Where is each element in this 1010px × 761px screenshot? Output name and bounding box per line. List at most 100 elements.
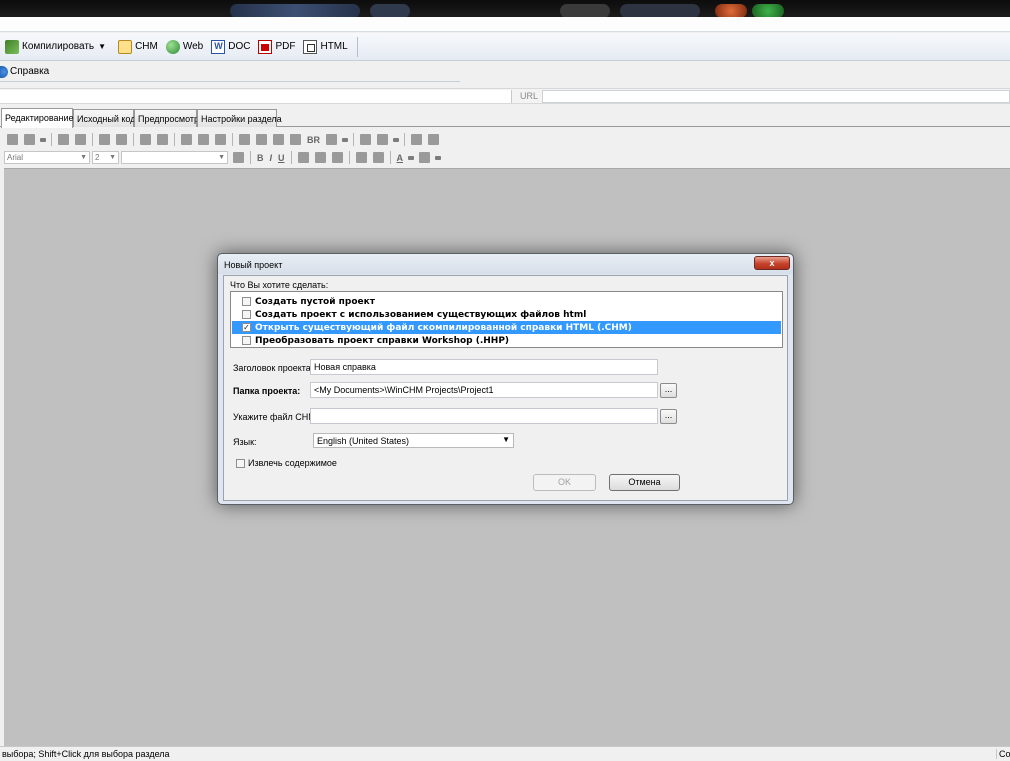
chm-button[interactable]: CHM bbox=[115, 36, 161, 58]
project-folder-label: Папка проекта: bbox=[233, 386, 301, 396]
underline-button[interactable]: U bbox=[278, 153, 285, 163]
toolbar-divider bbox=[92, 133, 93, 146]
taskbar-item[interactable] bbox=[620, 4, 700, 17]
chm-label: CHM bbox=[135, 41, 158, 52]
insert-row-icon[interactable] bbox=[377, 134, 388, 145]
url-input[interactable] bbox=[542, 90, 1010, 103]
format-toolbar: BR Arial ▼ 2 ▼ ▼ B I U A bbox=[0, 128, 1010, 168]
paste-icon[interactable] bbox=[215, 134, 226, 145]
browse-folder-button[interactable]: ... bbox=[660, 383, 677, 398]
checkbox[interactable] bbox=[242, 297, 251, 306]
edit-icon[interactable] bbox=[24, 134, 35, 145]
save-icon[interactable] bbox=[7, 134, 18, 145]
checkbox[interactable] bbox=[242, 310, 251, 319]
option-convert-hhp[interactable]: Преобразовать проект справки Workshop (.… bbox=[232, 334, 781, 347]
taskbar-item[interactable] bbox=[715, 4, 747, 17]
font-name-select[interactable]: Arial ▼ bbox=[4, 151, 90, 164]
topic-path-field[interactable] bbox=[0, 90, 512, 103]
align-right-icon[interactable] bbox=[331, 152, 343, 163]
cut-icon[interactable] bbox=[181, 134, 192, 145]
pdf-button[interactable]: PDF bbox=[255, 36, 298, 58]
symbol-icon[interactable] bbox=[326, 134, 337, 145]
compile-button[interactable]: Компилировать ▼ bbox=[2, 36, 113, 58]
toolbar-divider bbox=[353, 133, 354, 146]
bullet-list-icon[interactable] bbox=[372, 152, 384, 163]
toolbar-divider bbox=[356, 36, 358, 57]
font-color-button[interactable]: A bbox=[397, 153, 404, 163]
chevron-down-icon[interactable]: ▼ bbox=[98, 42, 106, 51]
taskbar-item[interactable] bbox=[560, 4, 610, 17]
list-icon[interactable] bbox=[290, 134, 301, 145]
option-open-chm[interactable]: ✓ Открыть существующий файл скомпилирова… bbox=[232, 321, 781, 334]
italic-button[interactable]: I bbox=[270, 153, 273, 163]
redo-icon[interactable] bbox=[157, 134, 168, 145]
language-select[interactable]: English (United States) ▼ bbox=[313, 433, 514, 448]
tab-edit[interactable]: Редактирование bbox=[1, 108, 74, 128]
chevron-down-icon[interactable] bbox=[435, 155, 442, 160]
grid-icon[interactable] bbox=[99, 134, 110, 145]
find-icon[interactable] bbox=[75, 134, 86, 145]
format-toolbar-row-1: BR bbox=[4, 131, 442, 148]
menu-bar: Справка bbox=[0, 62, 460, 82]
taskbar-item[interactable] bbox=[370, 4, 410, 17]
option-from-html-files[interactable]: Создать проект с использованием существу… bbox=[232, 308, 781, 321]
project-folder-input[interactable]: <My Documents>\WinCHM Projects\Project1 bbox=[310, 382, 658, 398]
toolbar-divider bbox=[133, 133, 134, 146]
clear-format-icon[interactable] bbox=[233, 152, 244, 163]
web-label: Web bbox=[182, 41, 204, 52]
chm-file-input[interactable] bbox=[310, 408, 658, 424]
copy-icon[interactable] bbox=[198, 134, 209, 145]
spellcheck-icon[interactable] bbox=[58, 134, 69, 145]
close-button[interactable]: x bbox=[754, 256, 790, 270]
extract-checkbox[interactable] bbox=[236, 458, 245, 468]
format-toolbar-row-2: Arial ▼ 2 ▼ ▼ B I U A bbox=[4, 149, 443, 166]
align-center-icon[interactable] bbox=[314, 152, 326, 163]
link-icon[interactable] bbox=[256, 134, 267, 145]
indent-icon[interactable] bbox=[428, 134, 439, 145]
checkbox[interactable]: ✓ bbox=[242, 323, 251, 332]
outdent-icon[interactable] bbox=[411, 134, 422, 145]
chevron-down-icon[interactable] bbox=[408, 155, 415, 160]
line-break-button[interactable]: BR bbox=[307, 135, 320, 145]
web-button[interactable]: Web bbox=[163, 36, 206, 58]
font-size-select[interactable]: 2 ▼ bbox=[92, 151, 119, 164]
chevron-down-icon[interactable] bbox=[40, 137, 46, 142]
chevron-down-icon[interactable] bbox=[393, 137, 399, 142]
numbered-list-icon[interactable] bbox=[355, 152, 367, 163]
chevron-down-icon[interactable] bbox=[342, 137, 348, 142]
bold-button[interactable]: B bbox=[257, 153, 264, 163]
extract-label: Извлечь содержимое bbox=[248, 458, 337, 468]
browse-chm-button[interactable]: ... bbox=[660, 409, 677, 424]
chevron-down-icon: ▼ bbox=[218, 154, 225, 161]
project-title-input[interactable]: Новая справка bbox=[310, 359, 658, 375]
doc-button[interactable]: DOC bbox=[208, 36, 253, 58]
chevron-down-icon: ▼ bbox=[80, 154, 87, 161]
tab-preview[interactable]: Предпросмотр bbox=[134, 109, 199, 127]
ok-button[interactable]: OK bbox=[533, 474, 596, 491]
undo-icon[interactable] bbox=[140, 134, 151, 145]
pilcrow-icon[interactable] bbox=[116, 134, 127, 145]
option-empty-project[interactable]: Создать пустой проект bbox=[232, 295, 781, 308]
cancel-button[interactable]: Отмена bbox=[609, 474, 680, 491]
table-icon[interactable] bbox=[360, 134, 371, 145]
globe-icon bbox=[165, 39, 180, 54]
taskbar-item[interactable] bbox=[230, 4, 360, 17]
language-label: Язык: bbox=[233, 437, 257, 447]
chevron-down-icon: ▼ bbox=[502, 435, 510, 444]
style-select[interactable]: ▼ bbox=[121, 151, 228, 164]
toolbar-divider bbox=[51, 133, 52, 146]
html-button[interactable]: HTML bbox=[300, 36, 350, 58]
option-label: Преобразовать проект справки Workshop (.… bbox=[255, 335, 510, 346]
image-icon[interactable] bbox=[239, 134, 250, 145]
bookmark-icon[interactable] bbox=[273, 134, 284, 145]
tab-topic-settings[interactable]: Настройки раздела bbox=[197, 109, 282, 127]
extract-content-option[interactable]: Извлечь содержимое bbox=[236, 458, 337, 468]
status-bar: выбора; Shift+Click для выбора раздела C… bbox=[0, 746, 1010, 761]
help-menu-label: Справка bbox=[10, 66, 50, 77]
checkbox[interactable] bbox=[242, 336, 251, 345]
align-left-icon[interactable] bbox=[297, 152, 309, 163]
highlight-icon[interactable] bbox=[419, 152, 431, 163]
help-menu[interactable]: Справка bbox=[0, 61, 52, 83]
taskbar-item[interactable] bbox=[752, 4, 784, 17]
tab-source[interactable]: Исходный код bbox=[73, 109, 136, 127]
